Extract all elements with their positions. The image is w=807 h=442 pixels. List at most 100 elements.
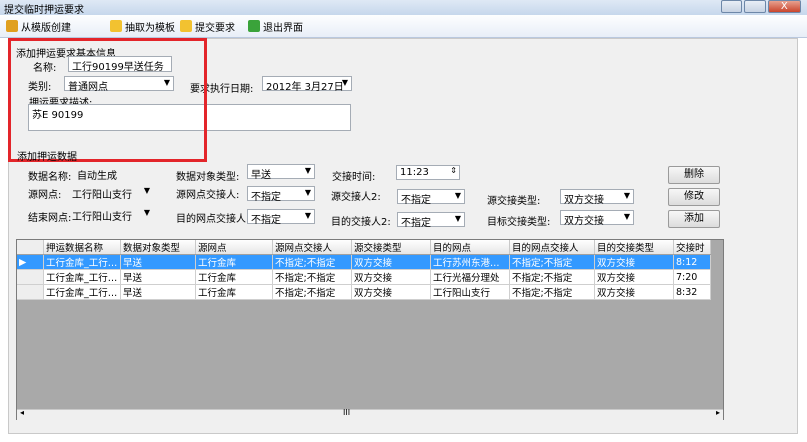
title-bar: 提交临时押运要求 X xyxy=(0,0,807,16)
data-grid[interactable]: 押运数据名称 数据对象类型 源网点 源网点交接人 源交接类型 目的网点 目的网点… xyxy=(16,239,724,420)
src-person-label: 源网点交接人: xyxy=(176,190,240,201)
grid-cell: 8:12 xyxy=(673,254,711,270)
dst-select[interactable]: 工行阳山支行 ▼ xyxy=(68,206,154,223)
table-row[interactable]: 工行金库_工行… 早送 工行金库 不指定;不指定 双方交接 工行光福分理处 不指… xyxy=(17,269,711,285)
table-row[interactable]: 工行金库_工行… 早送 工行金库 不指定;不指定 双方交接 工行阳山支行 不指定… xyxy=(17,284,711,300)
grid-cell: 工行金库 xyxy=(195,284,273,300)
extract-template-button[interactable]: 抽取为模板 xyxy=(110,18,175,34)
chevron-down-icon: ▼ xyxy=(341,78,348,87)
grid-cell: 7:20 xyxy=(673,269,711,285)
grid-header-row: 押运数据名称 数据对象类型 源网点 源网点交接人 源交接类型 目的网点 目的网点… xyxy=(17,240,711,255)
scroll-left-icon[interactable]: ◂ xyxy=(20,408,24,417)
grid-cell: 工行光福分理处 xyxy=(430,269,510,285)
row-header[interactable] xyxy=(17,284,44,300)
grid-cell: 工行金库_工行… xyxy=(43,284,121,300)
grid-cell: 工行金库 xyxy=(195,254,273,270)
src-person2-label: 源交接人2: xyxy=(331,192,381,203)
exit-icon xyxy=(248,20,260,32)
grid-cell: 双方交接 xyxy=(594,284,674,300)
grid-cell: 不指定;不指定 xyxy=(509,269,595,285)
dst-person2-label: 目的交接人2: xyxy=(331,217,391,228)
grid-cell: 8:32 xyxy=(673,284,711,300)
dataname-label: 数据名称: xyxy=(28,172,72,183)
grid-cell: 工行阳山支行 xyxy=(430,284,510,300)
grid-cell: 早送 xyxy=(120,254,196,270)
col-header-src[interactable]: 源网点 xyxy=(195,240,273,255)
chevron-down-icon: ▼ xyxy=(304,166,311,175)
edit-button[interactable]: 修改 xyxy=(668,188,720,206)
objtype-select[interactable]: 早送 ▼ xyxy=(247,164,315,181)
create-from-template-button[interactable]: 从模版创建 xyxy=(6,18,71,34)
chevron-down-icon: ▼ xyxy=(454,191,461,200)
add-button[interactable]: 添加 xyxy=(668,210,720,228)
src-person-select[interactable]: 不指定 ▼ xyxy=(247,186,315,203)
src-person2-select[interactable]: 不指定 ▼ xyxy=(397,189,465,206)
chevron-down-icon: ▼ xyxy=(623,212,630,221)
row-selector-icon[interactable]: ▶ xyxy=(17,254,44,270)
grid-cell: 不指定;不指定 xyxy=(509,254,595,270)
grid-cell: 早送 xyxy=(120,284,196,300)
col-header-objtype[interactable]: 数据对象类型 xyxy=(120,240,196,255)
grid-cell: 双方交接 xyxy=(351,254,431,270)
dataname-value: 自动生成 xyxy=(77,171,117,182)
table-row[interactable]: ▶ 工行金库_工行… 早送 工行金库 不指定;不指定 双方交接 工行苏州东港… … xyxy=(17,254,711,270)
scroll-thumb[interactable]: III xyxy=(343,408,350,417)
window-title: 提交临时押运要求 xyxy=(4,5,84,16)
col-header-src-type[interactable]: 源交接类型 xyxy=(351,240,431,255)
delete-button[interactable]: 删除 xyxy=(668,166,720,184)
chevron-down-icon: ▼ xyxy=(143,186,150,195)
grid-cell: 工行苏州东港… xyxy=(430,254,510,270)
row-header[interactable] xyxy=(17,269,44,285)
grid-cell: 不指定;不指定 xyxy=(272,269,352,285)
exit-button[interactable]: 退出界面 xyxy=(248,18,303,34)
grid-cell: 不指定;不指定 xyxy=(509,284,595,300)
chevron-down-icon: ▼ xyxy=(454,214,461,223)
date-picker[interactable]: 2012年 3月27日 ▼ xyxy=(262,76,352,93)
submit-icon xyxy=(180,20,192,32)
chevron-down-icon: ▼ xyxy=(304,211,311,220)
grid-cell: 不指定;不指定 xyxy=(272,254,352,270)
highlight-box xyxy=(8,38,207,162)
dst-person2-select[interactable]: 不指定 ▼ xyxy=(397,212,465,229)
handover-time-input[interactable]: 11:23 ⇕ xyxy=(396,165,460,180)
col-header-dst-type[interactable]: 目的交接类型 xyxy=(594,240,674,255)
close-button[interactable]: X xyxy=(767,0,801,13)
dst-person-label: 目的网点交接人: xyxy=(176,214,250,225)
grid-cell: 双方交接 xyxy=(594,269,674,285)
chevron-down-icon: ▼ xyxy=(304,188,311,197)
src-type-select[interactable]: 双方交接 ▼ xyxy=(560,189,634,206)
grid-cell: 工行金库_工行… xyxy=(43,254,121,270)
extract-template-icon xyxy=(110,20,122,32)
submit-button[interactable]: 提交要求 xyxy=(180,18,235,34)
grid-cell: 工行金库 xyxy=(195,269,273,285)
col-header-dst[interactable]: 目的网点 xyxy=(430,240,510,255)
grid-cell: 双方交接 xyxy=(351,269,431,285)
scroll-right-icon[interactable]: ▸ xyxy=(716,408,720,417)
toolbar: 从模版创建 抽取为模板 提交要求 退出界面 xyxy=(0,15,807,38)
src-type-label: 源交接类型: xyxy=(487,196,541,207)
chevron-down-icon: ▼ xyxy=(143,208,150,217)
handover-time-label: 交接时间: xyxy=(332,172,376,183)
src-label: 源网点: xyxy=(28,190,62,201)
grid-cell: 双方交接 xyxy=(351,284,431,300)
create-from-template-icon xyxy=(6,20,18,32)
grid-cell: 工行金库_工行… xyxy=(43,269,121,285)
col-header-dst-person[interactable]: 目的网点交接人 xyxy=(509,240,595,255)
spinner-icon[interactable]: ⇕ xyxy=(450,166,457,175)
dst-person-select[interactable]: 不指定 ▼ xyxy=(247,209,315,226)
maximize-button[interactable] xyxy=(744,0,766,13)
col-header-src-person[interactable]: 源网点交接人 xyxy=(272,240,352,255)
minimize-button[interactable] xyxy=(721,0,743,13)
dst-type-label: 目标交接类型: xyxy=(487,217,551,228)
data-group-title: 添加押运数据 xyxy=(17,152,77,163)
col-header-time[interactable]: 交接时 xyxy=(673,240,711,255)
dst-label: 结束网点: xyxy=(28,213,72,224)
grid-cell: 不指定;不指定 xyxy=(272,284,352,300)
horizontal-scrollbar[interactable]: ◂ III ▸ xyxy=(17,408,723,420)
src-select[interactable]: 工行阳山支行 ▼ xyxy=(68,184,154,201)
objtype-label: 数据对象类型: xyxy=(176,172,240,183)
dst-type-select[interactable]: 双方交接 ▼ xyxy=(560,210,634,227)
grid-cell: 早送 xyxy=(120,269,196,285)
chevron-down-icon: ▼ xyxy=(623,191,630,200)
col-header-name[interactable]: 押运数据名称 xyxy=(43,240,121,255)
